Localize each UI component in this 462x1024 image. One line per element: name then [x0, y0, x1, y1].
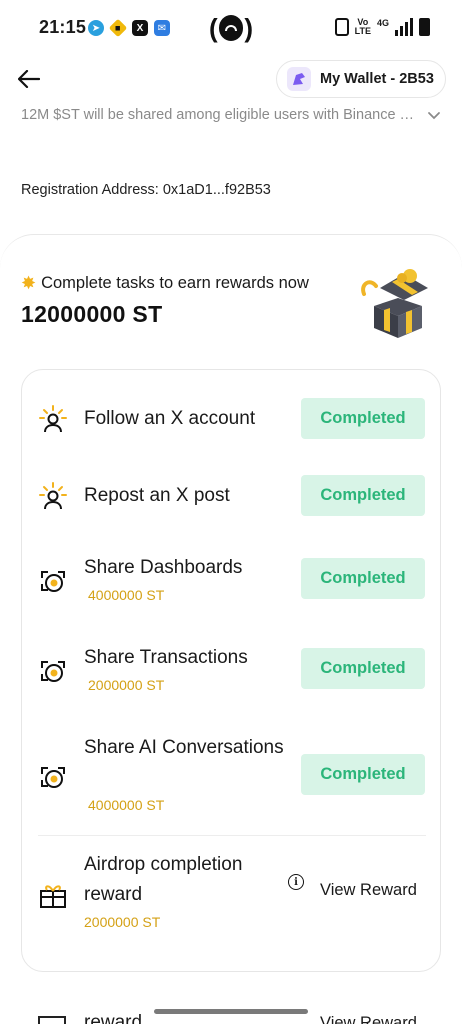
airdrop-title: Airdrop completion reward: [84, 854, 243, 905]
battery-icon: [419, 18, 430, 36]
completed-button[interactable]: Completed: [301, 475, 425, 516]
earn-amount: 12000000 ST: [21, 301, 163, 327]
airdrop-reward: 2000000 ST: [84, 914, 161, 930]
task-item: Share Dashboards 4000000 ST Completed: [22, 530, 442, 620]
home-indicator[interactable]: [154, 1009, 308, 1014]
task-reward: 2000000 ST: [88, 677, 165, 693]
task-title: Repost an X post: [84, 485, 230, 506]
task-item: Repost an X post Completed: [22, 448, 442, 528]
task-title: Share AI Conversations: [84, 737, 284, 758]
divider: [38, 835, 426, 836]
person-sun-icon: [39, 405, 67, 433]
share-coin-icon: [41, 767, 65, 788]
task-item: Share AI Conversations 4000000 ST Comple…: [22, 720, 442, 830]
task-reward: 4000000 ST: [88, 587, 165, 603]
completed-button[interactable]: Completed: [301, 398, 425, 439]
vibrate-icon: [334, 18, 349, 36]
task-title: Follow an X account: [84, 408, 256, 429]
gift-box-icon: [361, 269, 428, 338]
volte-icon: Vo LTE: [354, 17, 371, 36]
completed-button[interactable]: Completed: [301, 754, 425, 795]
wallet-selector[interactable]: My Wallet - 2B53: [276, 60, 446, 98]
x-icon: X: [132, 20, 148, 36]
mail-icon: ✉: [154, 20, 170, 36]
binance-icon: ◆: [108, 18, 128, 38]
gift-icon: [40, 885, 66, 908]
registration-address: Registration Address: 0x1aD1...f92B53: [21, 182, 271, 198]
status-bar: 21:15 ➤ ◆ X ✉ () Vo LTE 4G: [0, 0, 462, 56]
status-time: 21:15: [39, 17, 87, 37]
sparkle-icon: ✸: [21, 273, 37, 293]
description-text: 12M $ST will be shared among eligible us…: [21, 107, 415, 123]
task-title: Share Dashboards: [84, 557, 243, 578]
wallet-avatar-icon: [287, 67, 311, 91]
wallet-label: My Wallet - 2B53: [320, 71, 434, 87]
system-icons: Vo LTE 4G: [334, 17, 430, 36]
network-type: 4G: [376, 18, 389, 28]
back-arrow-icon: [18, 70, 40, 88]
task-card: Follow an X account Completed Repost an …: [21, 369, 441, 972]
completed-button[interactable]: Completed: [301, 558, 425, 599]
task-title: Share Transactions: [84, 647, 248, 668]
peek-title: reward: [84, 1012, 143, 1024]
earn-title: Complete tasks to earn rewards now: [41, 274, 309, 292]
description-row[interactable]: 12M $ST will be shared among eligible us…: [21, 107, 441, 129]
earn-header: ✸ Complete tasks to earn rewards now: [21, 273, 309, 294]
person-sun-icon: [39, 482, 67, 510]
hotspot-indicator-icon: (): [209, 13, 253, 43]
airdrop-row: Airdrop completion reward 2000000 ST: [22, 850, 442, 950]
gift-icon: [38, 1016, 66, 1024]
task-reward: 4000000 ST: [88, 797, 165, 813]
chevron-down-icon[interactable]: [427, 109, 441, 123]
share-coin-icon: [41, 571, 65, 592]
view-reward-link[interactable]: View Reward: [320, 1012, 417, 1024]
completed-button[interactable]: Completed: [301, 648, 425, 689]
info-icon[interactable]: i: [288, 874, 304, 890]
signal-icon: [395, 18, 413, 36]
telegram-icon: ➤: [88, 20, 104, 36]
view-reward-link[interactable]: View Reward: [320, 881, 417, 900]
share-coin-icon: [41, 661, 65, 682]
back-button[interactable]: [14, 64, 44, 94]
task-item: Share Transactions 2000000 ST Completed: [22, 620, 442, 710]
notification-icons: ➤ ◆ X ✉: [88, 18, 170, 38]
